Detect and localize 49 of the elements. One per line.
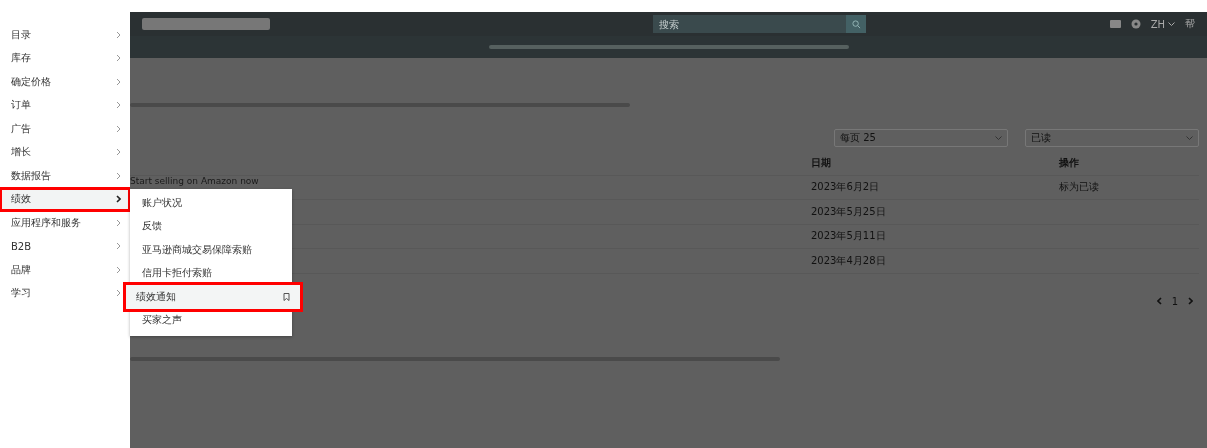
- chevron-left-icon: [1156, 297, 1162, 305]
- menu-item[interactable]: 广告: [0, 117, 130, 141]
- menu-item[interactable]: 品牌: [0, 258, 130, 282]
- chevron-right-icon: [116, 124, 121, 133]
- help-link[interactable]: 帮: [1185, 17, 1195, 31]
- submenu-item[interactable]: 绩效通知: [126, 285, 300, 309]
- search-icon: [851, 19, 861, 29]
- column-header: 日期: [811, 151, 1059, 176]
- chevron-right-icon: [116, 195, 121, 204]
- table-cell: 2023年6月2日: [811, 175, 1059, 200]
- chevron-right-icon: [116, 54, 121, 63]
- chevron-right-icon: [116, 171, 121, 180]
- chevron-right-icon: [116, 289, 121, 298]
- menu-item[interactable]: 增长: [0, 140, 130, 164]
- table-cell: 2023年5月25日: [811, 200, 1059, 225]
- menu-item[interactable]: 订单: [0, 93, 130, 117]
- submenu-item[interactable]: 信用卡拒付索赔: [130, 261, 292, 285]
- submenu-item[interactable]: 买家之声: [130, 308, 292, 332]
- caret-icon: [1186, 136, 1193, 140]
- submenu-item[interactable]: 亚马逊商城交易保障索赔: [130, 238, 292, 262]
- subtitle: Start selling on Amazon now: [130, 175, 259, 186]
- chevron-right-icon: [1188, 297, 1193, 305]
- search-button[interactable]: [846, 15, 867, 33]
- submenu-item[interactable]: 账户状况: [130, 191, 292, 215]
- chevron-right-icon: [116, 77, 121, 86]
- caret-icon: [995, 136, 1002, 140]
- search-field[interactable]: 搜索: [653, 15, 847, 33]
- menu-item[interactable]: 绩效: [0, 187, 130, 211]
- caret-icon: [1168, 22, 1175, 26]
- settings-icon[interactable]: [1130, 19, 1141, 29]
- table-cell: 2023年4月28日: [811, 249, 1059, 274]
- chevron-right-icon: [116, 218, 121, 227]
- table-cell: 2023年5月11日: [811, 224, 1059, 249]
- chevron-right-icon: [116, 242, 121, 251]
- menu-item[interactable]: 确定价格: [0, 70, 130, 94]
- chevron-right-icon: [116, 101, 121, 110]
- chevron-right-icon: [116, 30, 121, 39]
- submenu-item[interactable]: 反馈: [130, 214, 292, 238]
- chevron-right-icon: [116, 265, 121, 274]
- table-cell: 标为已读: [1059, 175, 1199, 200]
- menu-item[interactable]: 库存: [0, 46, 130, 70]
- column-header: 操作: [1059, 151, 1199, 176]
- language-selector[interactable]: ZH: [1150, 18, 1175, 30]
- menu-item[interactable]: 目录: [0, 23, 130, 47]
- menu-item[interactable]: B2B: [0, 234, 130, 258]
- chevron-right-icon: [116, 148, 121, 157]
- menu-item[interactable]: 数据报告: [0, 164, 130, 188]
- menu-item[interactable]: 应用程序和服务: [0, 211, 130, 235]
- mail-icon[interactable]: [1109, 20, 1121, 28]
